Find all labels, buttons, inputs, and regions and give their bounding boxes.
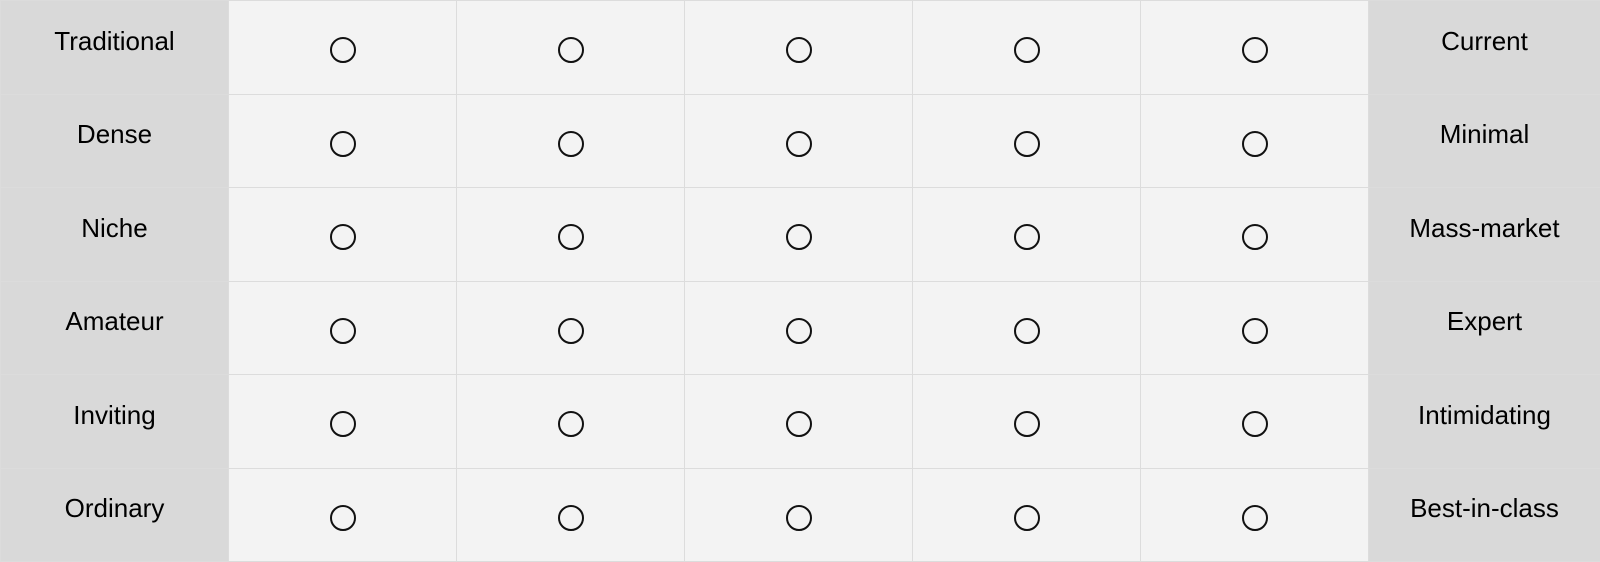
scale-cell xyxy=(229,188,457,282)
scale-cell xyxy=(913,281,1141,375)
radio-option-2[interactable] xyxy=(557,224,584,251)
radio-option-2[interactable] xyxy=(557,504,584,531)
scale-cell xyxy=(1141,1,1369,95)
left-label: Inviting xyxy=(1,375,229,469)
radio-option-3[interactable] xyxy=(785,411,812,438)
radio-option-5[interactable] xyxy=(1241,411,1268,438)
scale-cell xyxy=(913,188,1141,282)
radio-option-1[interactable] xyxy=(329,411,356,438)
scale-cell xyxy=(685,281,913,375)
scale-cell xyxy=(685,94,913,188)
radio-option-4[interactable] xyxy=(1013,411,1040,438)
radio-option-1[interactable] xyxy=(329,317,356,344)
scale-cell xyxy=(229,94,457,188)
radio-option-5[interactable] xyxy=(1241,504,1268,531)
radio-option-3[interactable] xyxy=(785,317,812,344)
scale-cell xyxy=(457,375,685,469)
radio-option-3[interactable] xyxy=(785,130,812,157)
scale-cell xyxy=(1141,188,1369,282)
scale-cell xyxy=(685,375,913,469)
radio-option-1[interactable] xyxy=(329,37,356,64)
radio-option-1[interactable] xyxy=(329,224,356,251)
radio-option-5[interactable] xyxy=(1241,224,1268,251)
semantic-differential-grid: Traditional Current Dense Minimal Niche … xyxy=(0,0,1600,562)
radio-option-2[interactable] xyxy=(557,37,584,64)
left-label: Dense xyxy=(1,94,229,188)
radio-option-3[interactable] xyxy=(785,224,812,251)
scale-cell xyxy=(1141,375,1369,469)
radio-option-2[interactable] xyxy=(557,317,584,344)
left-label: Ordinary xyxy=(1,468,229,562)
scale-cell xyxy=(457,188,685,282)
scale-cell xyxy=(457,1,685,95)
radio-option-2[interactable] xyxy=(557,411,584,438)
scale-cell xyxy=(229,468,457,562)
radio-option-4[interactable] xyxy=(1013,504,1040,531)
radio-option-3[interactable] xyxy=(785,37,812,64)
radio-option-4[interactable] xyxy=(1013,130,1040,157)
radio-option-2[interactable] xyxy=(557,130,584,157)
scale-cell xyxy=(229,281,457,375)
radio-option-1[interactable] xyxy=(329,130,356,157)
radio-option-5[interactable] xyxy=(1241,317,1268,344)
radio-option-5[interactable] xyxy=(1241,130,1268,157)
scale-cell xyxy=(1141,281,1369,375)
radio-option-4[interactable] xyxy=(1013,317,1040,344)
scale-cell xyxy=(913,94,1141,188)
right-label: Mass-market xyxy=(1369,188,1600,282)
scale-cell xyxy=(913,1,1141,95)
radio-option-3[interactable] xyxy=(785,504,812,531)
right-label: Current xyxy=(1369,1,1600,95)
right-label: Minimal xyxy=(1369,94,1600,188)
scale-cell xyxy=(913,375,1141,469)
radio-option-1[interactable] xyxy=(329,504,356,531)
radio-option-5[interactable] xyxy=(1241,37,1268,64)
scale-cell xyxy=(229,375,457,469)
right-label: Expert xyxy=(1369,281,1600,375)
radio-option-4[interactable] xyxy=(1013,37,1040,64)
left-label: Amateur xyxy=(1,281,229,375)
radio-option-4[interactable] xyxy=(1013,224,1040,251)
scale-cell xyxy=(229,1,457,95)
scale-cell xyxy=(1141,468,1369,562)
left-label: Traditional xyxy=(1,1,229,95)
scale-cell xyxy=(685,468,913,562)
scale-cell xyxy=(685,1,913,95)
right-label: Intimidating xyxy=(1369,375,1600,469)
right-label: Best-in-class xyxy=(1369,468,1600,562)
scale-cell xyxy=(1141,94,1369,188)
scale-cell xyxy=(685,188,913,282)
scale-cell xyxy=(913,468,1141,562)
scale-cell xyxy=(457,468,685,562)
scale-cell xyxy=(457,94,685,188)
scale-cell xyxy=(457,281,685,375)
left-label: Niche xyxy=(1,188,229,282)
